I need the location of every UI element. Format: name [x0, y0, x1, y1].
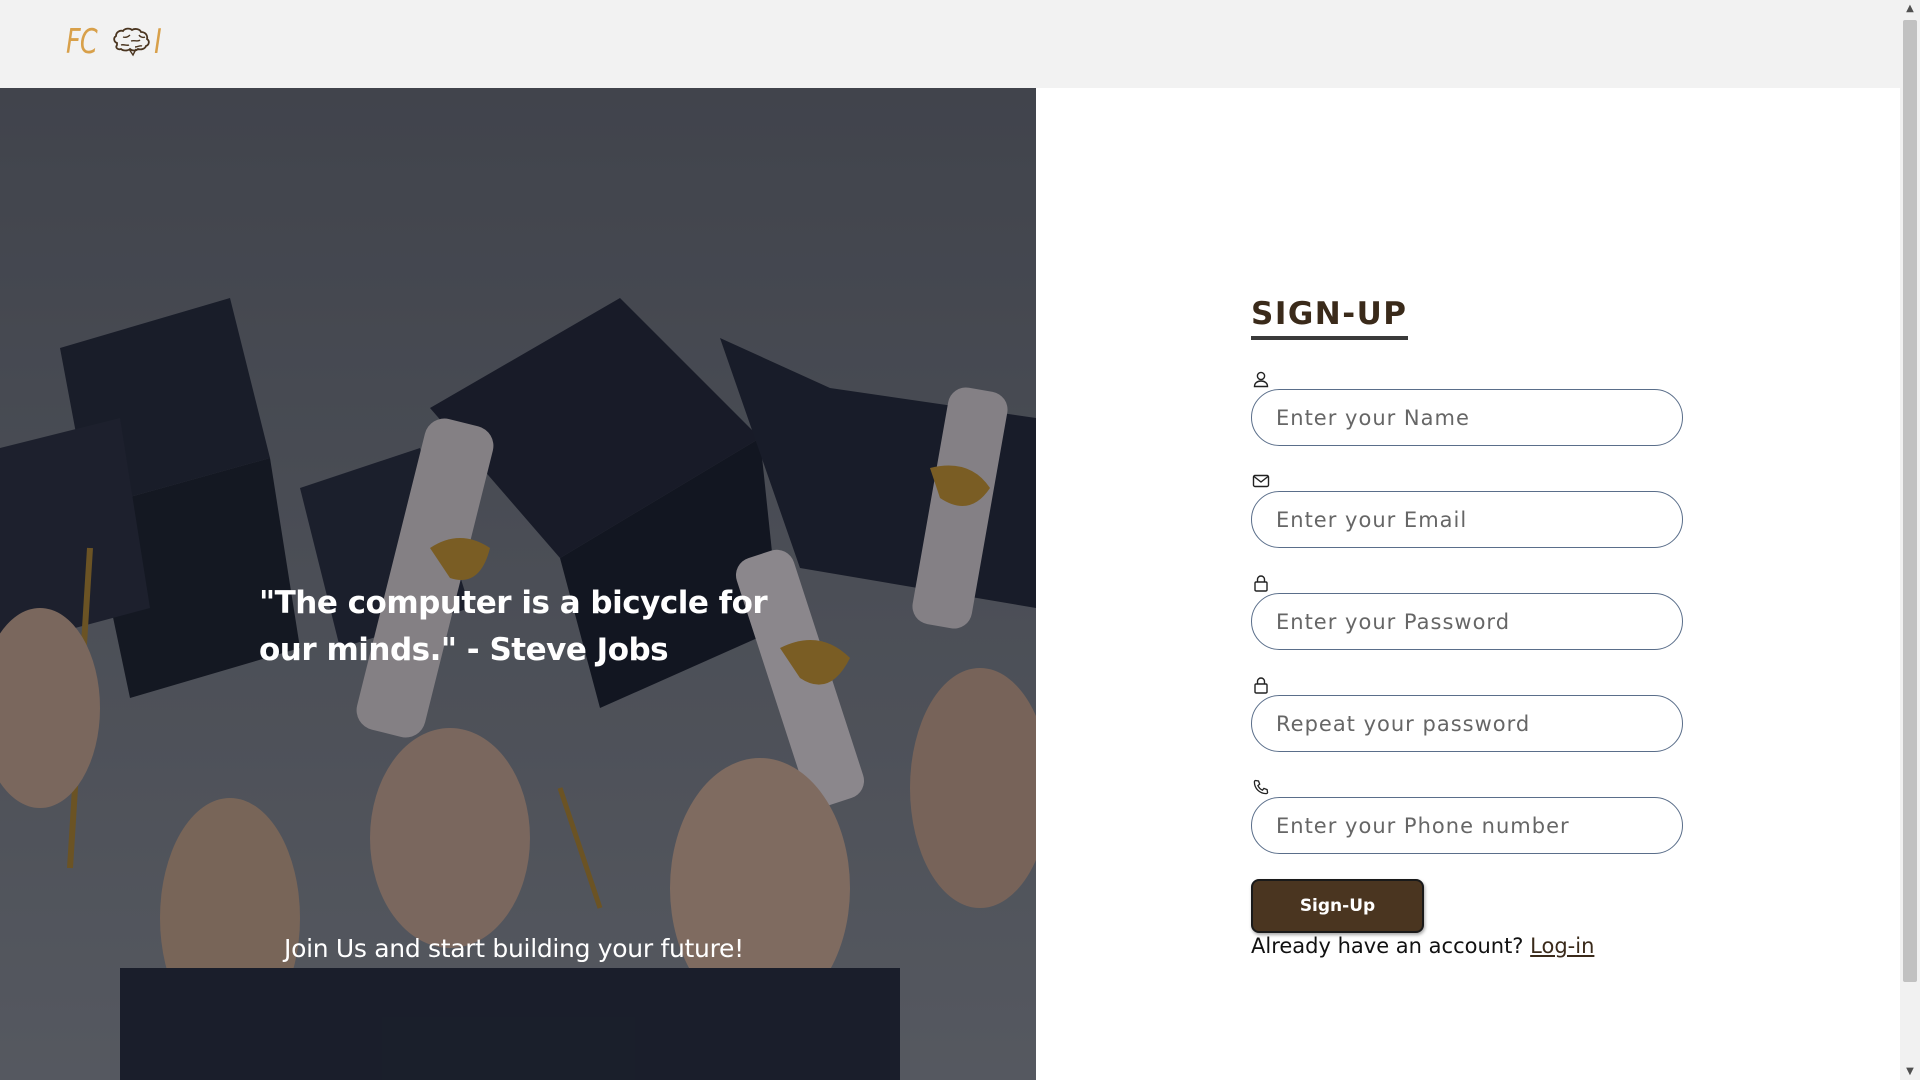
hero-panel: "The computer is a bicycle for our minds…	[0, 88, 1036, 1080]
scrollbar-thumb[interactable]	[1903, 20, 1917, 982]
scroll-up-arrow-icon[interactable]: ▲	[1900, 0, 1920, 17]
login-prompt-row: Already have an account? Log-in	[1251, 934, 1594, 958]
form-title: SIGN-UP	[1251, 296, 1408, 340]
brain-icon	[111, 25, 155, 59]
site-logo[interactable]: FC I	[66, 20, 162, 64]
hero-tagline: Join Us and start building your future!	[284, 934, 744, 963]
mail-icon	[1252, 472, 1270, 490]
vertical-scrollbar[interactable]: ▲ ▼	[1900, 0, 1920, 1080]
login-link[interactable]: Log-in	[1530, 934, 1594, 958]
scroll-down-arrow-icon[interactable]: ▼	[1900, 1063, 1920, 1080]
lock-icon	[1252, 574, 1270, 592]
name-input[interactable]	[1251, 389, 1683, 446]
user-icon	[1252, 370, 1270, 388]
logo-text-right: I	[154, 22, 162, 62]
email-input[interactable]	[1251, 491, 1683, 548]
login-prompt-text: Already have an account?	[1251, 934, 1524, 958]
phone-input[interactable]	[1251, 797, 1683, 854]
signup-button[interactable]: Sign-Up	[1251, 879, 1424, 933]
top-bar: FC I	[0, 0, 1900, 88]
hero-quote: "The computer is a bicycle for our minds…	[259, 585, 768, 668]
phone-icon	[1252, 778, 1270, 796]
logo-text-left: FC	[66, 22, 98, 62]
repeat-password-input[interactable]	[1251, 695, 1683, 752]
password-input[interactable]	[1251, 593, 1683, 650]
lock-icon	[1252, 676, 1270, 694]
signup-panel	[1036, 88, 1900, 1080]
